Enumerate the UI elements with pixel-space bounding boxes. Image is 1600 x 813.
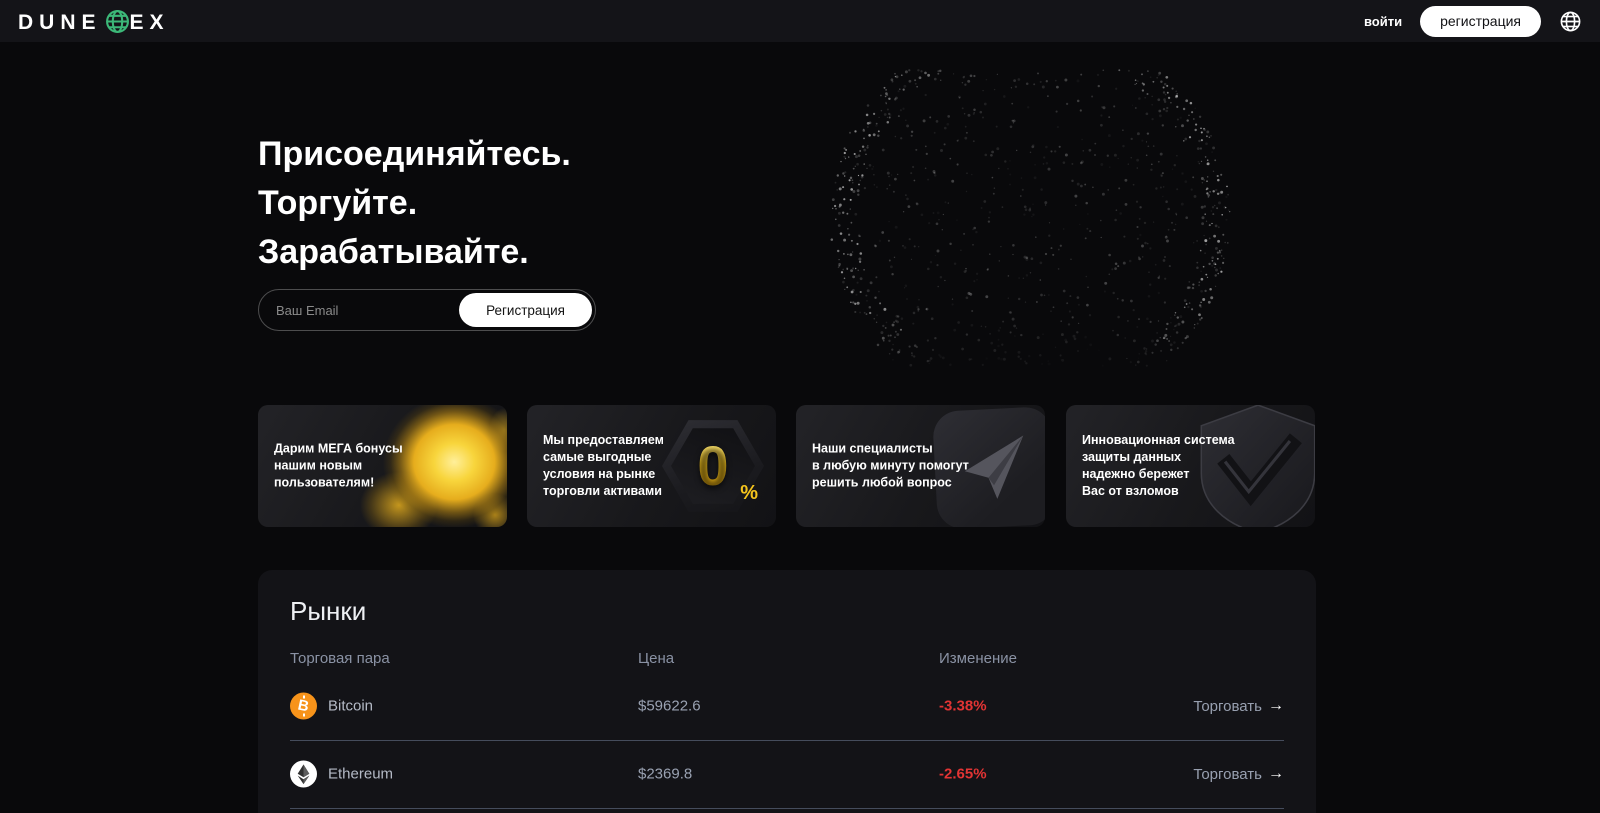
email-signup-form: Регистрация: [258, 289, 596, 331]
coin-name: Ethereum: [328, 765, 394, 783]
coin-price: $59622.6: [638, 697, 701, 715]
feature-card-text: Наши специалисты в любую минуту помогут …: [812, 441, 969, 490]
coin-cell: B Bitcoin: [290, 692, 374, 720]
register-submit-button[interactable]: Регистрация: [459, 293, 592, 327]
market-row-bitcoin: B Bitcoin $59622.6 -3.38% Торговать →: [290, 672, 1284, 740]
arrow-right-icon: →: [1268, 697, 1284, 714]
market-row-ethereum: Ethereum $2369.8 -2.65% Торговать →: [290, 740, 1284, 808]
markets-section: Рынки Торговая пара Цена Изменение B Bit…: [258, 570, 1316, 813]
zero-percent-hexagon-icon: 0 %: [662, 415, 764, 517]
logo-text-left: DUNE: [18, 10, 102, 34]
feature-card-security: Инновационная система защиты данных наде…: [1066, 405, 1315, 527]
column-header-change: Изменение: [939, 650, 1017, 667]
logo-globe-icon: [105, 9, 130, 34]
trade-link-bitcoin[interactable]: Торговать →: [1193, 697, 1284, 715]
coin-cell: Ethereum: [290, 760, 394, 788]
feature-card-text: Мы предоставляем самые выгодные условия …: [543, 433, 664, 498]
row-divider: [290, 808, 1284, 809]
arrow-right-icon: →: [1268, 765, 1284, 782]
column-header-price: Цена: [638, 650, 675, 667]
email-input[interactable]: [259, 290, 454, 330]
feature-card-support: Наши специалисты в любую минуту помогут …: [796, 405, 1045, 527]
coin-name: Bitcoin: [328, 697, 374, 715]
column-header-pair: Торговая пара: [290, 650, 390, 667]
coin-change: -3.38%: [939, 697, 987, 715]
nav-actions: войти регистрация: [1364, 5, 1582, 37]
hero-title: Присоединяйтесь. Торгуйте. Зарабатывайте…: [258, 130, 571, 277]
language-globe-icon[interactable]: [1559, 10, 1582, 33]
trade-link-ethereum[interactable]: Торговать →: [1193, 765, 1284, 783]
logo[interactable]: DUNE EX: [18, 9, 170, 34]
zero-digit: 0: [697, 434, 729, 497]
hero-title-line-2: Торгуйте.: [258, 184, 418, 222]
login-link[interactable]: войти: [1364, 14, 1402, 29]
top-navigation-bar: DUNE EX войти регистрация: [0, 0, 1600, 42]
feature-card-zero-fees: 0 % Мы предоставляем самые выгодные усло…: [527, 405, 776, 527]
feature-card-text: Дарим МЕГА бонусы нашим новым пользовате…: [274, 441, 403, 490]
coin-price: $2369.8: [638, 765, 693, 783]
hero-title-line-1: Присоединяйтесь.: [258, 135, 571, 173]
ethereum-icon: [290, 760, 317, 788]
logo-text-right: EX: [129, 10, 170, 34]
feature-card-bonuses: Дарим МЕГА бонусы нашим новым пользовате…: [258, 405, 507, 527]
hero-title-line-3: Зарабатывайте.: [258, 233, 529, 271]
percent-sign: %: [740, 482, 758, 504]
register-button[interactable]: регистрация: [1420, 5, 1541, 37]
feature-card-text: Инновационная система защиты данных наде…: [1082, 433, 1235, 498]
bitcoin-icon: B: [290, 692, 317, 720]
coin-change: -2.65%: [939, 765, 987, 783]
dotted-globe-visualization: [820, 68, 1240, 368]
markets-title: Рынки: [290, 596, 367, 626]
